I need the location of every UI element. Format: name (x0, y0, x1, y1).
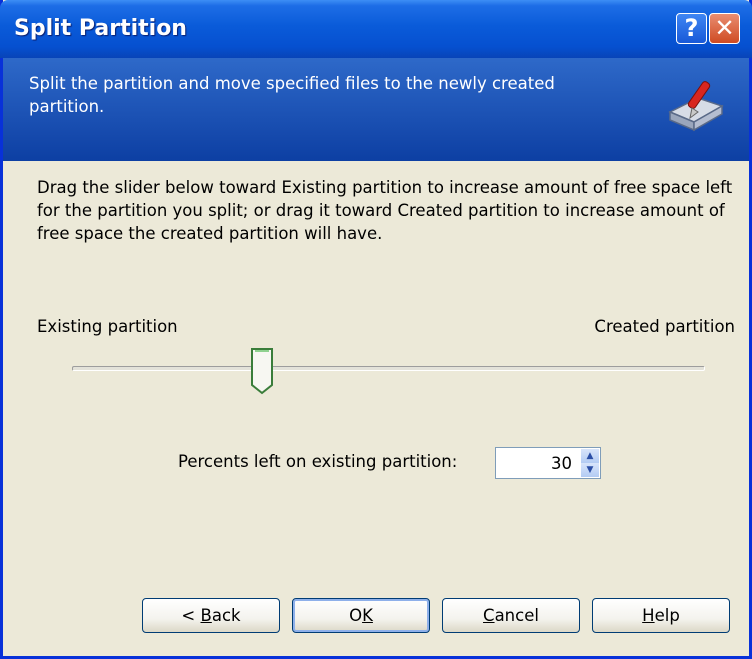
dialog-header: Split the partition and move specified f… (3, 58, 749, 161)
header-text: Split the partition and move specified f… (29, 74, 555, 116)
ok-accel: K (362, 606, 373, 625)
cancel-button[interactable]: Cancel (442, 598, 580, 633)
disk-split-icon (668, 81, 724, 132)
help-button[interactable]: Help (592, 598, 730, 633)
percent-spinbox[interactable]: 30 ▲ ▼ (495, 447, 601, 479)
help-rest: elp (654, 606, 680, 625)
split-partition-dialog: Split Partition ? ✕ Split the partition … (0, 0, 752, 659)
close-button[interactable]: ✕ (709, 13, 740, 44)
existing-partition-label: Existing partition (37, 317, 178, 336)
title-bar[interactable]: Split Partition ? ✕ (0, 0, 752, 58)
percent-value[interactable]: 30 (551, 454, 572, 473)
back-button[interactable]: < Back (142, 598, 280, 633)
cancel-accel: C (483, 606, 495, 625)
spin-up-icon[interactable]: ▲ (581, 449, 599, 463)
spin-buttons: ▲ ▼ (581, 449, 599, 477)
window-title: Split Partition (14, 16, 187, 41)
ok-prefix: O (349, 606, 363, 625)
spin-down-icon[interactable]: ▼ (581, 463, 599, 477)
back-prefix: < (181, 606, 201, 625)
created-partition-label: Created partition (594, 317, 735, 336)
ok-button[interactable]: OK (292, 598, 430, 633)
help-accel: H (642, 606, 655, 625)
help-title-button[interactable]: ? (676, 13, 707, 44)
slider-thumb[interactable] (250, 347, 274, 395)
cancel-rest: ancel (494, 606, 539, 625)
back-rest: ack (211, 606, 241, 625)
slider-track[interactable] (72, 366, 705, 371)
back-accel: B (200, 606, 212, 625)
instruction-text: Drag the slider below toward Existing pa… (37, 178, 733, 243)
percent-label: Percents left on existing partition: (178, 452, 458, 471)
